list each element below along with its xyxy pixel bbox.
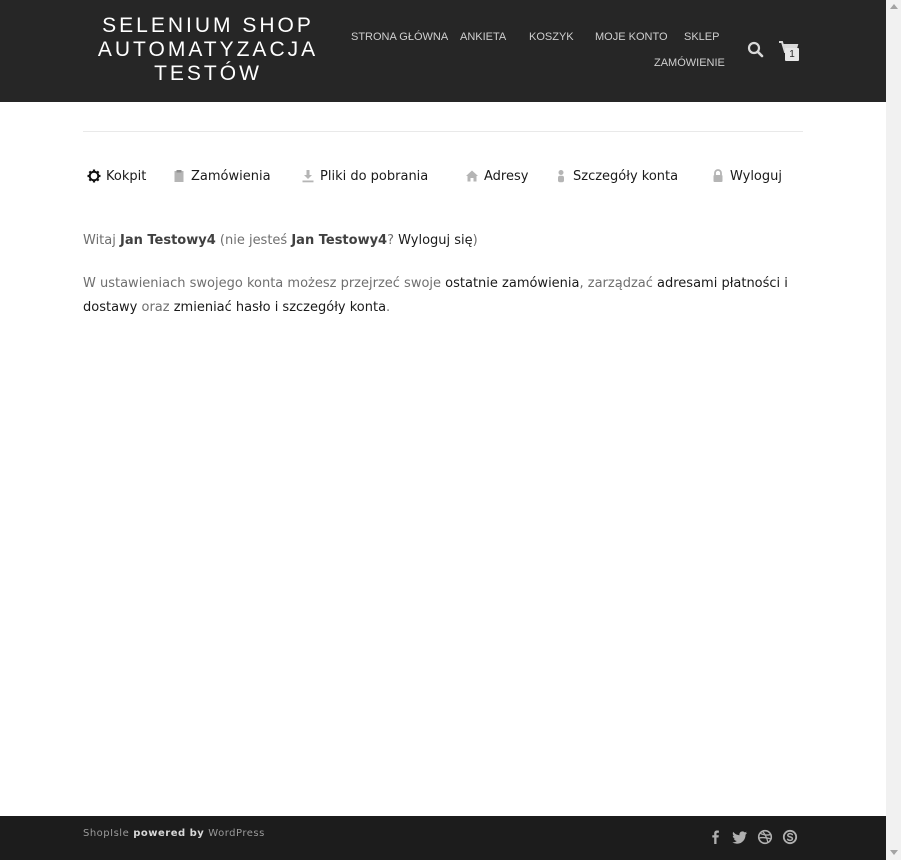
twitter-icon[interactable] xyxy=(732,829,748,845)
clipboard-icon xyxy=(174,170,184,182)
nav-home[interactable]: STRONA GŁÓWNA xyxy=(351,31,448,43)
gear-icon xyxy=(87,169,101,183)
account-tab-addresses[interactable]: Adresy xyxy=(465,165,528,187)
user-icon xyxy=(558,170,564,183)
desc-part-4: . xyxy=(386,300,391,315)
account-description: W ustawieniach swojego konta możesz prze… xyxy=(83,272,803,320)
account-tab-logout[interactable]: Wyloguj xyxy=(711,165,782,187)
footer-credits: ShopIsle powered by WordPress xyxy=(83,828,265,839)
logo-line-1: SELENIUM SHOP xyxy=(102,14,314,37)
logout-link[interactable]: Wyloguj się xyxy=(398,233,473,248)
scroll-up-arrow-icon[interactable] xyxy=(890,4,898,9)
nav-cart[interactable]: KOSZYK xyxy=(529,31,574,43)
not-you-prefix: (nie jesteś xyxy=(215,233,292,248)
dribbble-icon[interactable] xyxy=(757,829,773,845)
user-name: Jan Testowy4 xyxy=(120,233,216,248)
scroll-down-arrow-icon[interactable] xyxy=(890,850,898,855)
search-icon[interactable] xyxy=(746,40,766,60)
account-tab-dashboard[interactable]: Kokpit xyxy=(87,165,146,187)
not-you-name: Jan Testowy4 xyxy=(291,233,388,248)
desc-part-1: W ustawieniach swojego konta możesz prze… xyxy=(83,276,446,291)
site-logo[interactable]: SELENIUM SHOP AUTOMATYZACJA TESTÓW xyxy=(92,14,324,86)
account-tab-dashboard-label: Kokpit xyxy=(106,168,147,184)
recent-orders-link[interactable]: ostatnie zamówienia xyxy=(445,276,579,291)
footer-platform-link[interactable]: WordPress xyxy=(208,828,265,839)
nav-order[interactable]: ZAMÓWIENIE xyxy=(654,57,725,69)
footer-brand-link[interactable]: ShopIsle xyxy=(83,828,129,839)
question-mark: ? xyxy=(387,233,399,248)
nav-account[interactable]: MOJE KONTO xyxy=(595,31,668,43)
cart-count-badge[interactable]: 1 xyxy=(785,48,799,61)
divider xyxy=(83,131,803,132)
facebook-icon[interactable] xyxy=(707,829,723,845)
greeting-text: Witaj Jan Testowy4 (nie jesteś Jan Testo… xyxy=(83,229,803,253)
page: SELENIUM SHOP AUTOMATYZACJA TESTÓW STRON… xyxy=(0,0,886,860)
nav-survey[interactable]: ANKIETA xyxy=(460,31,506,43)
site-footer: ShopIsle powered by WordPress xyxy=(0,816,886,860)
download-icon xyxy=(302,170,314,183)
nav-shop[interactable]: SKLEP xyxy=(684,31,719,43)
account-tab-downloads-label: Pliki do pobrania xyxy=(320,168,429,184)
account-tab-details-label: Szczegóły konta xyxy=(573,168,679,184)
account-tab-addresses-label: Adresy xyxy=(484,168,529,184)
account-details-link[interactable]: zmieniać hasło i szczegóły konta xyxy=(174,300,386,315)
greeting-prefix: Witaj xyxy=(83,233,120,248)
lock-icon xyxy=(713,169,723,182)
account-tab-orders[interactable]: Zamówienia xyxy=(172,165,271,187)
footer-powered-by: powered by xyxy=(129,828,209,839)
site-header: SELENIUM SHOP AUTOMATYZACJA TESTÓW STRON… xyxy=(0,0,886,102)
logo-line-3: TESTÓW xyxy=(154,62,262,85)
account-tab-logout-label: Wyloguj xyxy=(730,168,782,184)
logo-line-2: AUTOMATYZACJA xyxy=(97,38,319,61)
desc-part-3: oraz xyxy=(137,300,174,315)
account-tab-details[interactable]: Szczegóły konta xyxy=(554,165,678,187)
account-tab-orders-label: Zamówienia xyxy=(191,168,271,184)
close-paren: ) xyxy=(472,233,478,248)
skype-icon[interactable] xyxy=(782,829,798,845)
desc-part-2: , zarządzać xyxy=(579,276,658,291)
vertical-scrollbar[interactable] xyxy=(886,0,901,860)
account-tab-downloads[interactable]: Pliki do pobrania xyxy=(301,165,428,187)
home-icon xyxy=(466,170,478,182)
